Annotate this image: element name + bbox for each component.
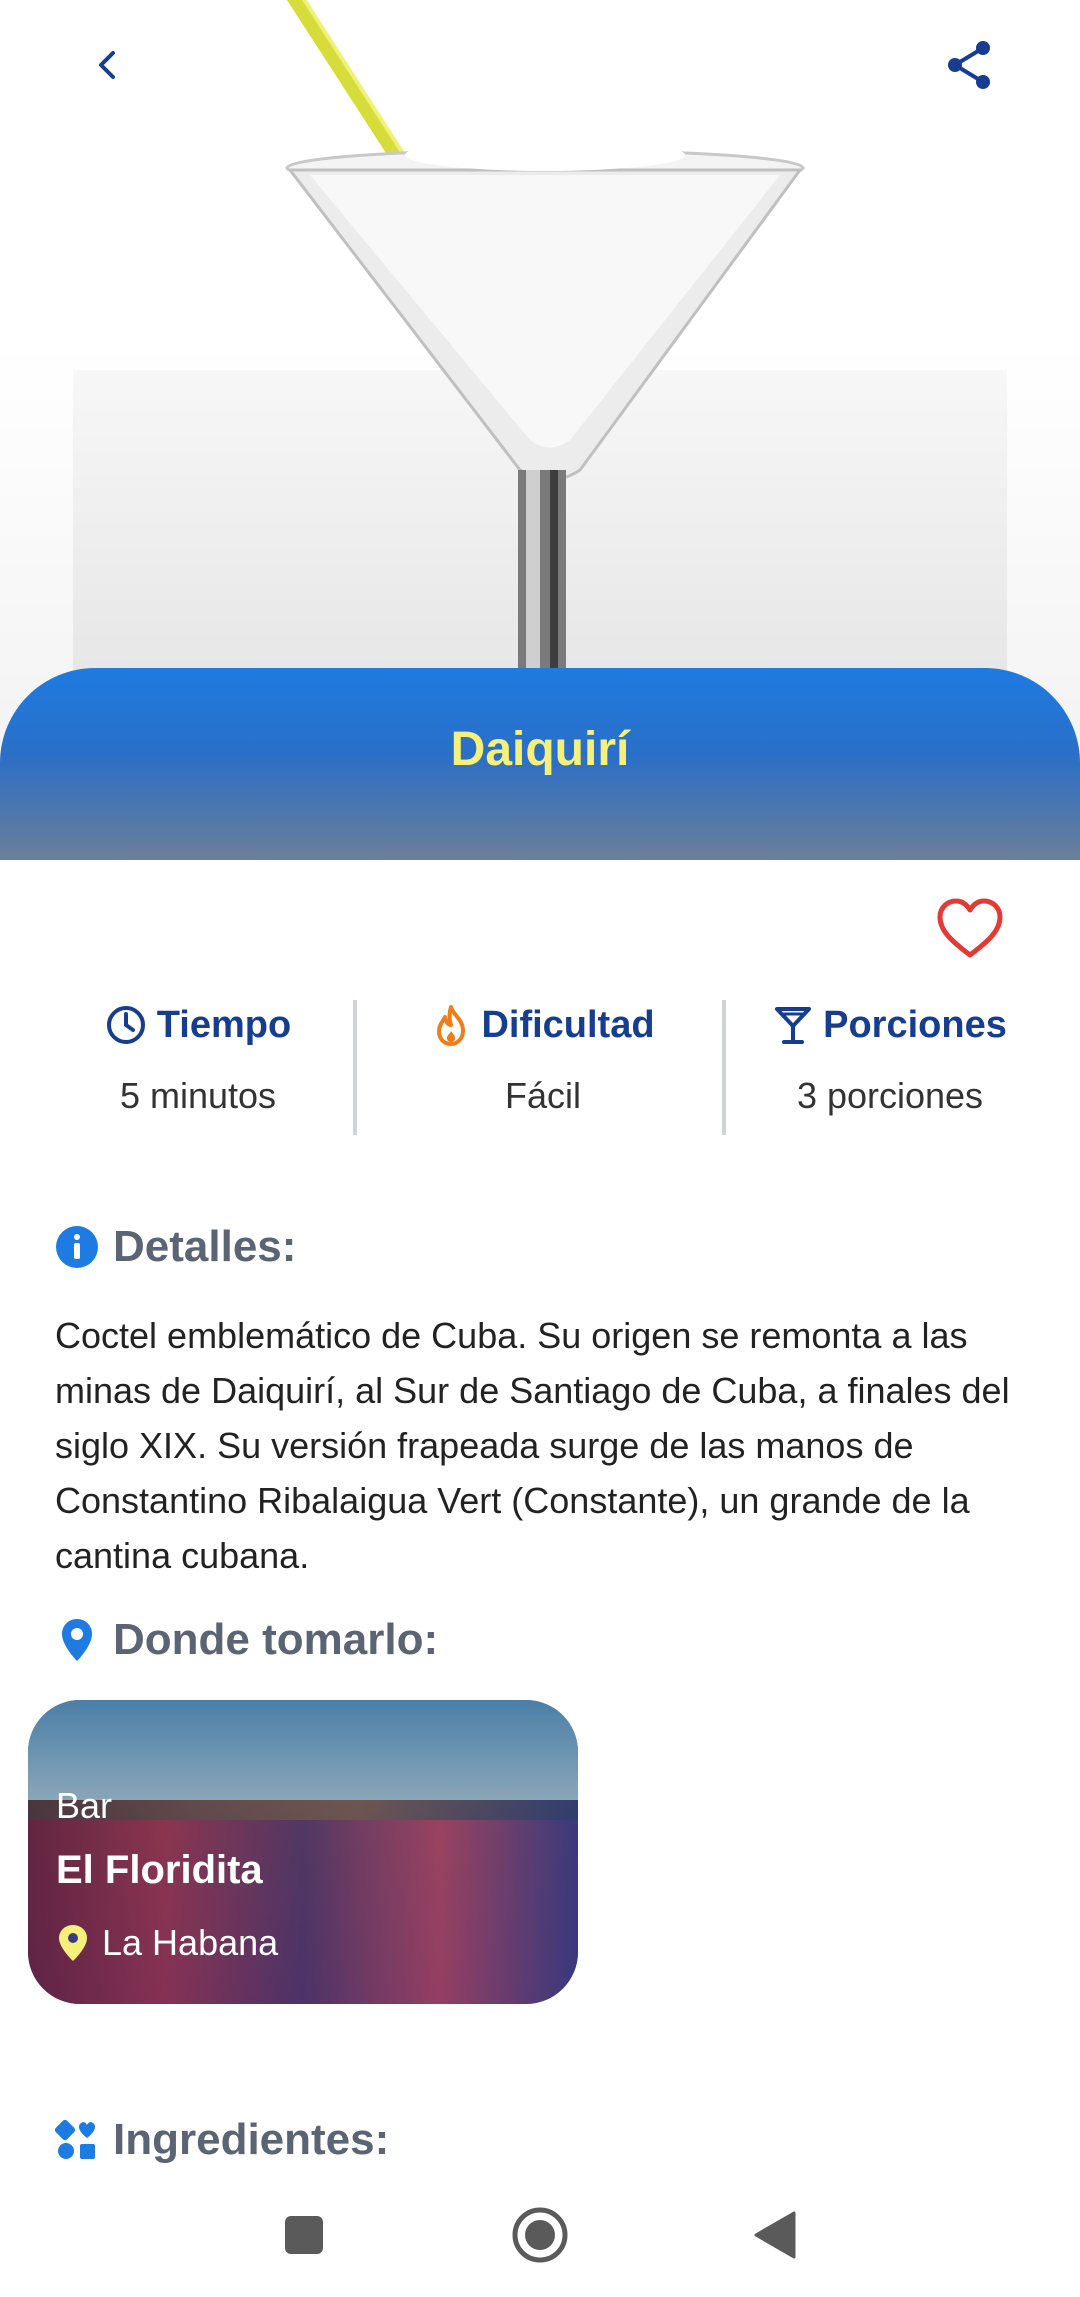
ingredients-heading-text: Ingredientes:	[113, 2115, 390, 2164]
back-icon	[99, 51, 115, 79]
where-heading: Donde tomarlo:	[55, 1615, 438, 1665]
ingredients-heading: Ingredientes:	[55, 2115, 389, 2165]
title-band: Daiquirí	[0, 668, 1080, 860]
home-icon	[512, 2207, 568, 2263]
cocktail-glass-icon	[775, 1007, 812, 1044]
stat-servings: Porciones 3 porciones	[725, 995, 1055, 1117]
location-pin-icon	[62, 1619, 92, 1661]
place-city: La Habana	[102, 1922, 279, 1963]
location-pin-icon	[59, 1925, 87, 1961]
place-type: Bar	[56, 1785, 113, 1826]
info-icon	[56, 1226, 98, 1268]
where-heading-text: Donde tomarlo:	[113, 1615, 439, 1664]
home-button[interactable]	[500, 2195, 580, 2275]
triangle-back-icon	[754, 2211, 796, 2259]
stat-difficulty: Dificultad Fácil	[378, 995, 708, 1117]
recipe-stats: Tiempo 5 minutos Dificultad Fácil Porcio…	[0, 995, 1080, 1135]
stat-time-label: Tiempo	[156, 1003, 292, 1046]
drink-title: Daiquirí	[450, 722, 630, 776]
recents-button[interactable]	[264, 2195, 344, 2275]
system-back-button[interactable]	[735, 2195, 815, 2275]
stat-servings-value: 3 porciones	[796, 1075, 984, 1116]
share-icon	[948, 41, 990, 89]
place-name: El Floridita	[56, 1848, 263, 1892]
stat-difficulty-value: Fácil	[504, 1075, 581, 1116]
clock-icon	[106, 1006, 145, 1044]
stat-divider	[722, 1000, 726, 1135]
back-button[interactable]	[72, 30, 142, 100]
hero-image: Daiquirí	[0, 0, 1080, 860]
place-card[interactable]: Bar El Floridita La Habana	[28, 1700, 578, 2004]
flame-icon	[437, 1005, 466, 1046]
place-city-row: La Habana	[56, 1922, 278, 1964]
stat-difficulty-label: Dificultad	[481, 1003, 655, 1046]
details-text: Coctel emblemático de Cuba. Su origen se…	[55, 1315, 1010, 1576]
stat-time: Tiempo 5 minutos	[33, 995, 363, 1117]
details-heading-text: Detalles:	[113, 1222, 297, 1271]
stat-servings-label: Porciones	[823, 1003, 1007, 1046]
stat-time-value: 5 minutos	[119, 1075, 277, 1116]
ingredients-icon	[55, 2119, 95, 2159]
details-heading: Detalles:	[55, 1222, 296, 1272]
heart-icon	[937, 898, 1003, 958]
stat-divider	[353, 1000, 357, 1135]
recents-icon	[285, 2216, 323, 2254]
share-button[interactable]	[935, 30, 1005, 100]
favorite-button[interactable]	[935, 895, 1005, 965]
